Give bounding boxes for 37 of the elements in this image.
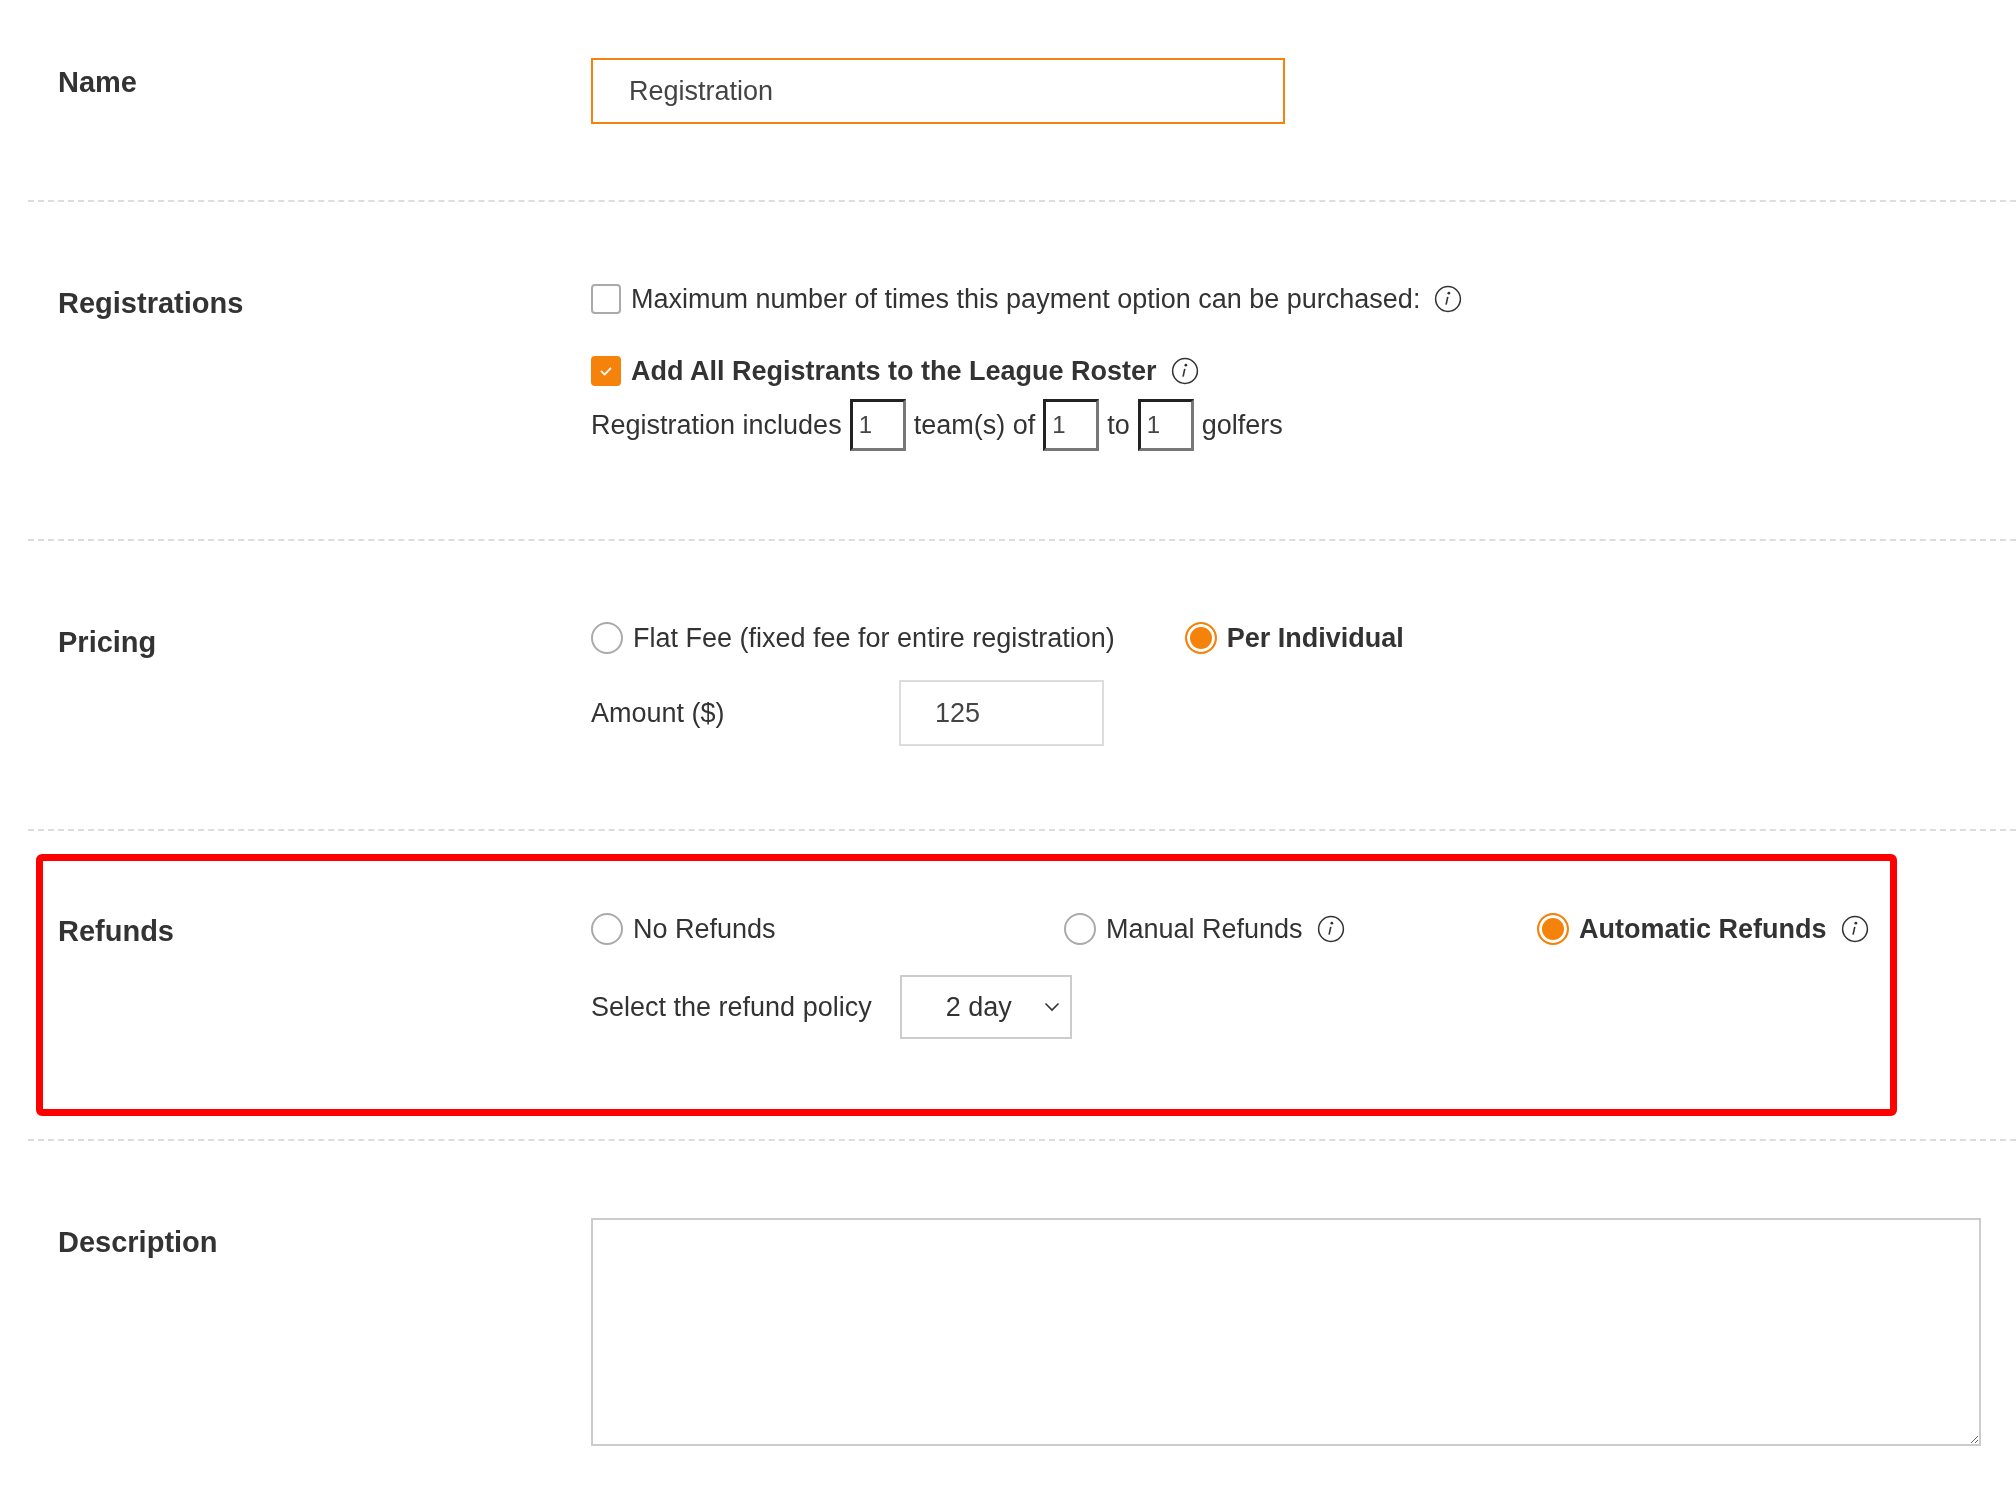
info-icon[interactable] — [1434, 285, 1463, 313]
amount-field[interactable]: 125 — [899, 680, 1104, 746]
sentence-text: Registration includes — [591, 409, 842, 441]
radio-button[interactable] — [1537, 913, 1569, 945]
section-label: Name — [58, 65, 138, 100]
section-label: Description — [58, 1225, 219, 1260]
sentence-text: golfers — [1201, 409, 1283, 441]
section-label: Refunds — [58, 914, 175, 949]
radio-button[interactable] — [591, 913, 623, 945]
section-label: Pricing — [58, 625, 158, 660]
radio-button[interactable] — [1064, 913, 1096, 945]
section-label: Registrations — [58, 286, 245, 321]
radio-label: Manual Refunds — [1106, 913, 1303, 945]
number-field[interactable]: 1 — [849, 399, 906, 451]
radio-label: Flat Fee (fixed fee for entire registration) — [633, 622, 1115, 654]
checkbox[interactable] — [591, 356, 621, 386]
radio-button[interactable] — [1184, 622, 1217, 654]
checkbox-label: Maximum number of times this payment option can be purchased: — [631, 283, 1421, 315]
checkbox[interactable] — [591, 284, 621, 314]
radio-label: Per Individual — [1226, 622, 1404, 654]
amount-label: Amount ($) — [591, 697, 726, 729]
info-icon[interactable] — [1316, 915, 1345, 943]
info-icon[interactable] — [1840, 915, 1869, 943]
sentence-text: team(s) of — [913, 409, 1036, 441]
number-field[interactable]: 1 — [1137, 399, 1194, 451]
sentence-text: to — [1107, 409, 1130, 441]
checkbox-label: Add All Registrants to the League Roster — [631, 355, 1157, 387]
name-field[interactable]: Registration — [591, 58, 1285, 124]
info-icon[interactable] — [1170, 357, 1199, 385]
radio-label: Automatic Refunds — [1579, 913, 1827, 945]
number-field[interactable]: 1 — [1043, 399, 1100, 451]
policy-dropdown[interactable]: 2 day — [899, 975, 1072, 1039]
radio-label: No Refunds — [633, 913, 776, 945]
description-field[interactable] — [591, 1218, 1981, 1446]
radio-button[interactable] — [591, 622, 623, 654]
policy-label: Select the refund policy — [591, 991, 872, 1023]
chevron-down-icon — [1043, 1002, 1060, 1012]
